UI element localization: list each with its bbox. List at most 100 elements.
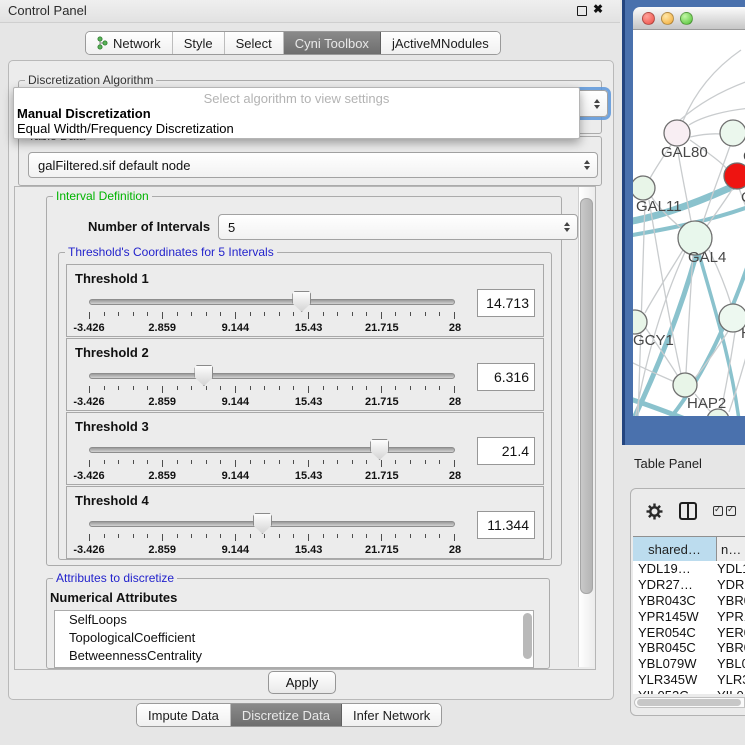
tab-discretize-data[interactable]: Discretize Data bbox=[231, 704, 342, 726]
control-panel-title: Control Panel bbox=[8, 3, 87, 18]
slider-thumb[interactable] bbox=[370, 439, 389, 460]
algorithm-option-manual[interactable]: Manual Discretization bbox=[17, 106, 151, 121]
top-tab-bar: Network Style Select Cyni ToolboxjActiveMNo… bbox=[85, 31, 501, 55]
combo-stepper-icon bbox=[564, 222, 570, 232]
network-node-c[interactable] bbox=[724, 163, 745, 189]
threshold-value-field[interactable] bbox=[477, 289, 535, 317]
column-header-shared-name[interactable]: shared… bbox=[633, 537, 717, 562]
gear-icon[interactable] bbox=[646, 503, 663, 520]
bottom-tab-bar: Impute Data Discretize DataInfer Network bbox=[136, 703, 442, 727]
minimize-traffic-light-icon[interactable] bbox=[661, 12, 674, 25]
horizontal-scrollbar-thumb[interactable] bbox=[637, 699, 741, 706]
cell-shared-name: YBL079W bbox=[633, 656, 717, 671]
scale-label: 2.859 bbox=[148, 396, 176, 408]
tab-jactivemnodules[interactable]: jActiveMNodules bbox=[381, 32, 500, 54]
network-node-ga[interactable] bbox=[720, 120, 745, 146]
cell-name: YBR0 bbox=[717, 640, 745, 655]
threshold-panel-1: Threshold 1-3.4262.8599.14415.4321.71528 bbox=[66, 264, 544, 337]
threshold-label: Threshold 1 bbox=[75, 271, 149, 286]
tab-label: Style bbox=[184, 36, 213, 51]
num-intervals-combobox[interactable]: 5 bbox=[218, 214, 578, 240]
slider-thumb[interactable] bbox=[253, 513, 272, 534]
column-header-name[interactable]: n… bbox=[717, 537, 745, 562]
table-row[interactable]: YIL052CYIL0 bbox=[633, 687, 745, 694]
attribute-list-item[interactable]: BetweennessCentrality bbox=[55, 647, 533, 665]
network-node-gal80[interactable] bbox=[664, 120, 690, 146]
table-row[interactable]: YDL19…YDL1 bbox=[633, 561, 745, 577]
scale-label: 28 bbox=[449, 470, 461, 482]
attribute-list-item[interactable]: SelfLoops bbox=[55, 611, 533, 629]
slider-track[interactable] bbox=[89, 299, 455, 305]
threshold-value-field[interactable] bbox=[477, 363, 535, 391]
tab-label: Select bbox=[236, 36, 272, 51]
network-node-gal11[interactable] bbox=[633, 176, 655, 200]
cell-name: YDL1 bbox=[717, 561, 745, 576]
cell-name: YDR2 bbox=[717, 577, 745, 592]
cell-shared-name: YIL052C bbox=[633, 688, 717, 694]
network-edge bbox=[690, 134, 721, 137]
attributes-group-title: Attributes to discretize bbox=[53, 571, 177, 585]
algorithm-dropdown-popup: Select algorithm to view settings Manual… bbox=[13, 87, 580, 139]
slider-thumb[interactable] bbox=[194, 365, 213, 386]
network-node-label: HAP2 bbox=[687, 395, 726, 412]
list-scrollbar-thumb[interactable] bbox=[523, 613, 532, 659]
table-row[interactable]: YBR043CYBR0 bbox=[633, 593, 745, 609]
column-view-icon[interactable] bbox=[679, 502, 697, 520]
threshold-value-field[interactable] bbox=[477, 437, 535, 465]
thresholds-group-title: Threshold's Coordinates for 5 Intervals bbox=[65, 245, 277, 259]
combo-stepper-icon bbox=[584, 160, 590, 170]
scale-label: -3.426 bbox=[73, 470, 104, 482]
numerical-attributes-label: Numerical Attributes bbox=[50, 590, 177, 605]
table-row[interactable]: YER054CYER0 bbox=[633, 624, 745, 640]
float-window-icon[interactable] bbox=[577, 6, 587, 16]
vertical-scrollbar-thumb[interactable] bbox=[580, 198, 593, 594]
table-row[interactable]: YLR345WYLR3 bbox=[633, 672, 745, 688]
tab-infer-network[interactable]: Infer Network bbox=[342, 704, 441, 726]
scale-label: 2.859 bbox=[148, 544, 176, 556]
threshold-value-field[interactable] bbox=[477, 511, 535, 539]
table-row[interactable]: YDR27…YDR2 bbox=[633, 577, 745, 593]
scale-label: 15.43 bbox=[295, 470, 323, 482]
network-node-gcy1[interactable] bbox=[633, 310, 647, 334]
tab-select[interactable]: Select bbox=[225, 32, 284, 54]
network-canvas[interactable]: GAL80GACGAL11GAL4GCY1HHAP2 bbox=[633, 30, 745, 416]
tab-cyni-toolbox[interactable]: Cyni Toolbox bbox=[284, 32, 381, 54]
zoom-traffic-light-icon[interactable] bbox=[680, 12, 693, 25]
slider-scale-labels: -3.4262.8599.14415.4321.71528 bbox=[89, 544, 455, 556]
slider-thumb[interactable] bbox=[292, 291, 311, 312]
table-data-combobox[interactable]: galFiltered.sif default node bbox=[28, 152, 598, 178]
cell-name: YBR0 bbox=[717, 593, 745, 608]
cell-name: YBL0 bbox=[717, 656, 745, 671]
network-window-titlebar bbox=[633, 7, 745, 30]
tab-label: Impute Data bbox=[148, 708, 219, 723]
control-panel-titlebar bbox=[0, 0, 620, 23]
tab-impute-data[interactable]: Impute Data bbox=[137, 704, 231, 726]
slider-track[interactable] bbox=[89, 447, 455, 453]
close-traffic-light-icon[interactable] bbox=[642, 12, 655, 25]
slider-track[interactable] bbox=[89, 373, 455, 379]
apply-button[interactable]: Apply bbox=[268, 671, 336, 694]
checkbox-icon[interactable] bbox=[713, 506, 723, 516]
close-icon[interactable]: ✖ bbox=[593, 2, 603, 16]
checkbox-icon[interactable] bbox=[726, 506, 736, 516]
network-node-label: C bbox=[741, 189, 745, 206]
table-row[interactable]: YPR145WYPR1 bbox=[633, 608, 745, 624]
tab-network[interactable]: Network bbox=[86, 32, 173, 54]
interval-definition-title: Interval Definition bbox=[53, 189, 152, 203]
attribute-list-item[interactable]: TopologicalCoefficient bbox=[55, 629, 533, 647]
algorithm-option-equal-width[interactable]: Equal Width/Frequency Discretization bbox=[17, 121, 234, 136]
slider-scale-labels: -3.4262.8599.14415.4321.71528 bbox=[89, 396, 455, 408]
network-node-hap2[interactable] bbox=[673, 373, 697, 397]
scale-label: 2.859 bbox=[148, 322, 176, 334]
slider-ticks bbox=[89, 534, 455, 542]
table-row[interactable]: YBR045CYBR0 bbox=[633, 640, 745, 656]
scale-label: 9.144 bbox=[222, 470, 250, 482]
cell-shared-name: YDL19… bbox=[633, 561, 717, 576]
cell-shared-name: YER054C bbox=[633, 625, 717, 640]
tab-style[interactable]: Style bbox=[173, 32, 225, 54]
table-row[interactable]: YBL079WYBL0 bbox=[633, 656, 745, 672]
app-root: Control Panel ✖ Network Style Select Cyni T… bbox=[0, 0, 745, 745]
scale-label: -3.426 bbox=[73, 322, 104, 334]
select-all-icons[interactable] bbox=[713, 506, 736, 516]
network-node-label: GAL4 bbox=[688, 249, 726, 266]
